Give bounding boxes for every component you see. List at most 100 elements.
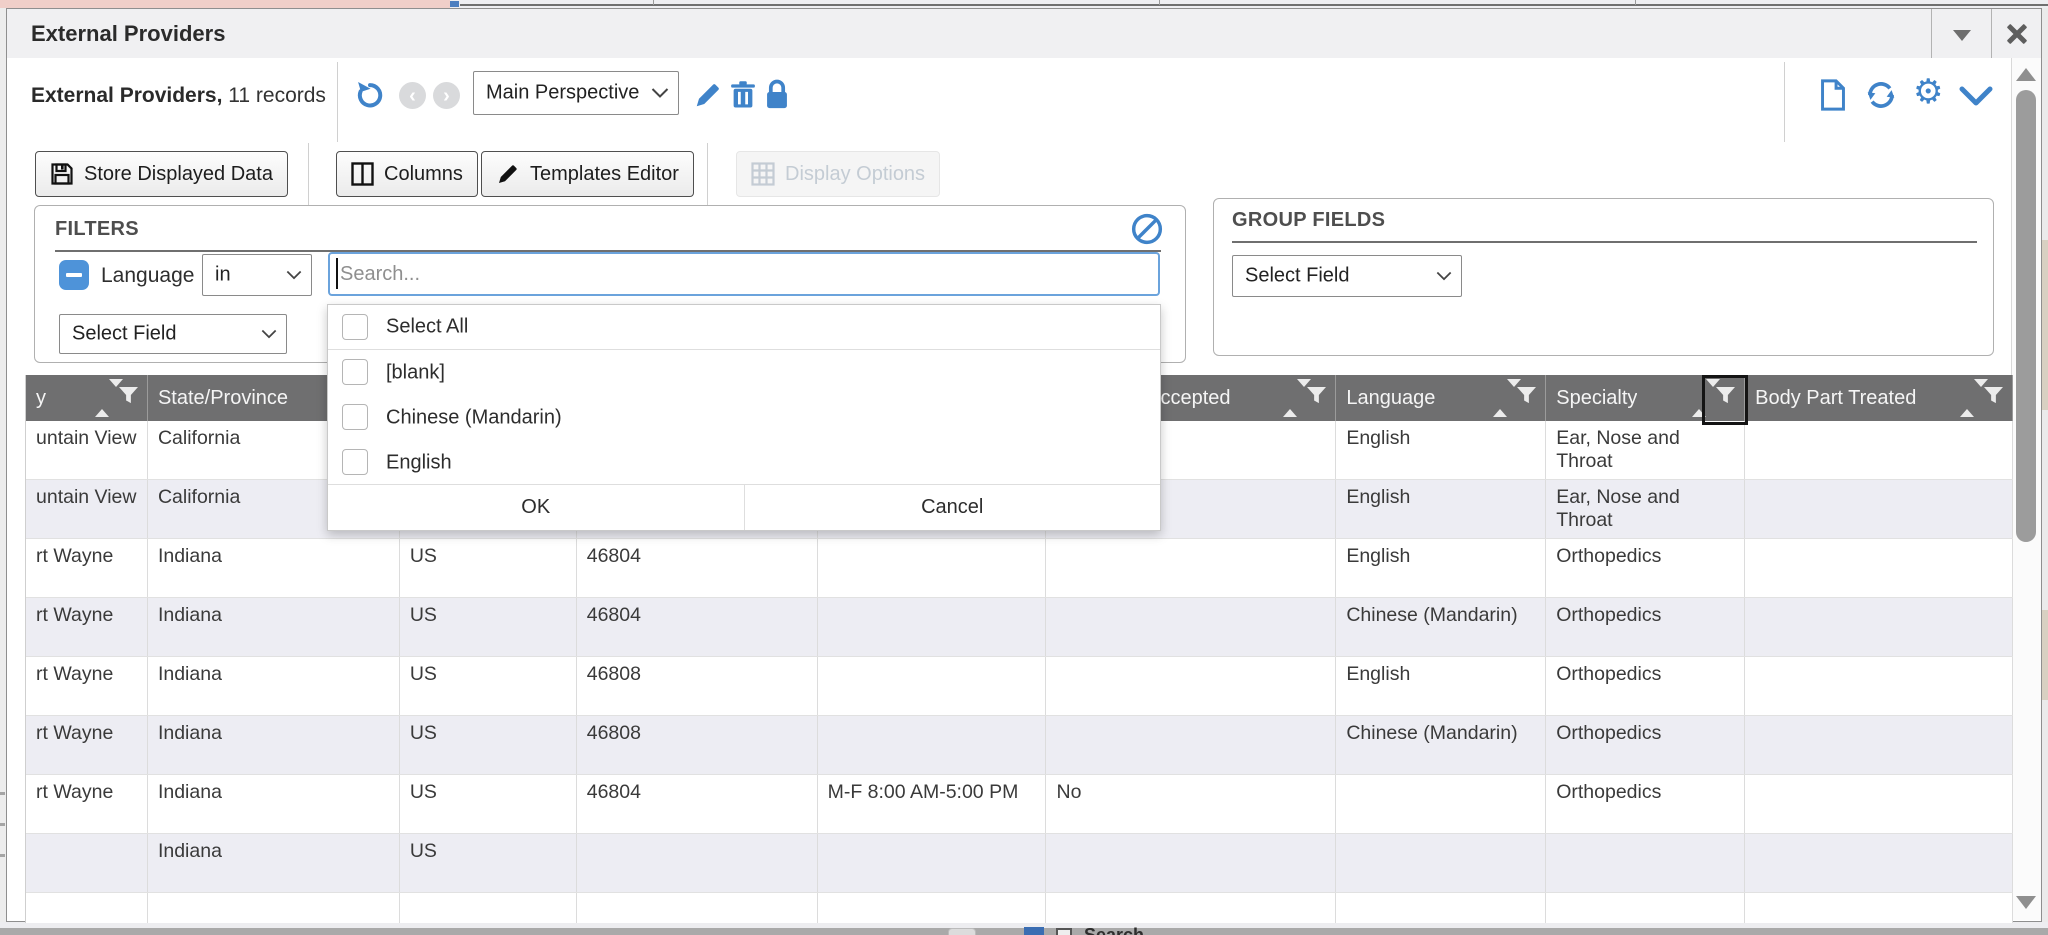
table-cell: 46808 xyxy=(577,657,818,715)
refresh-icon xyxy=(1865,80,1897,110)
table-cell xyxy=(818,716,1047,774)
underlying-page-bottom: Search xyxy=(0,922,2048,935)
undo-button[interactable] xyxy=(353,78,387,117)
table-cell xyxy=(148,893,400,923)
lock-icon xyxy=(763,79,791,110)
table-cell xyxy=(1745,421,2013,479)
table-cell xyxy=(1745,480,2013,538)
collapse-toolbar-button[interactable] xyxy=(1959,86,1993,113)
new-document-button[interactable] xyxy=(1819,79,1847,116)
filter-icon[interactable] xyxy=(118,386,139,411)
filter-icon[interactable] xyxy=(1306,386,1327,411)
table-cell: Ear, Nose and Throat xyxy=(1546,480,1745,538)
table-cell xyxy=(1336,893,1546,923)
checkbox[interactable] xyxy=(342,314,368,340)
filter-search-input[interactable] xyxy=(328,252,1160,296)
table-cell: 46808 xyxy=(577,716,818,774)
filter-icon xyxy=(118,386,139,405)
table-cell: English xyxy=(1336,421,1546,479)
chevron-down-icon xyxy=(1953,30,1971,41)
header-cell[interactable]: y xyxy=(26,375,148,421)
scroll-down-arrow[interactable] xyxy=(2016,896,2036,909)
filter-icon[interactable] xyxy=(1983,386,2004,411)
table-cell: US xyxy=(400,657,577,715)
scroll-up-arrow[interactable] xyxy=(2016,68,2036,81)
cancel-button[interactable]: Cancel xyxy=(745,485,1161,530)
underlying-table-border xyxy=(460,4,2048,6)
table-cell: US xyxy=(400,716,577,774)
table-cell: rt Wayne xyxy=(26,657,148,715)
table-cell: US xyxy=(400,775,577,833)
group-field-select[interactable]: Select Field xyxy=(1232,255,1462,297)
chevron-down-icon xyxy=(261,329,277,339)
external-providers-dialog: External Providers External Providers, 1… xyxy=(6,8,2042,922)
checkbox[interactable] xyxy=(342,404,368,430)
scrollbar-thumb[interactable] xyxy=(2016,90,2036,542)
dropdown-item[interactable]: Chinese (Mandarin) xyxy=(328,395,1160,440)
table-cell: untain View xyxy=(26,421,148,479)
sort-icon[interactable] xyxy=(95,387,109,410)
table-cell: Indiana xyxy=(148,716,400,774)
table-cell xyxy=(818,539,1047,597)
pencil-icon xyxy=(693,80,723,110)
table-cell: English xyxy=(1336,539,1546,597)
filter-operator-select[interactable]: in xyxy=(202,254,312,296)
checkbox[interactable] xyxy=(342,359,368,385)
table-cell: Chinese (Mandarin) xyxy=(1336,716,1546,774)
table-cell: Ear, Nose and Throat xyxy=(1546,421,1745,479)
store-displayed-data-button[interactable]: Store Displayed Data xyxy=(35,151,288,197)
lock-perspective-button[interactable] xyxy=(763,79,791,115)
table-cell xyxy=(818,834,1047,892)
table-cell: 46804 xyxy=(577,539,818,597)
dialog-collapse-button[interactable] xyxy=(1931,9,1992,58)
dropdown-item[interactable]: [blank] xyxy=(328,350,1160,395)
sort-icon[interactable] xyxy=(1283,387,1297,410)
table-cell: rt Wayne xyxy=(26,775,148,833)
gear-icon: ⚙ xyxy=(1913,73,1943,111)
underlying-blue-mark xyxy=(450,1,459,7)
sort-icon[interactable] xyxy=(1960,387,1974,410)
file-icon xyxy=(1819,79,1847,111)
add-filter-field-select[interactable]: Select Field xyxy=(59,314,287,354)
table-cell xyxy=(818,893,1047,923)
table-row: rt WayneIndianaUS46804EnglishOrthopedics xyxy=(26,539,2013,598)
header-cell[interactable]: Body Part Treated xyxy=(1745,375,2013,421)
clear-filters-button[interactable] xyxy=(1131,213,1163,250)
checkbox[interactable] xyxy=(342,449,368,475)
table-cell xyxy=(1336,775,1546,833)
vertical-scrollbar[interactable] xyxy=(2011,58,2041,920)
table-cell xyxy=(818,598,1047,656)
text-caret xyxy=(336,258,338,289)
columns-icon xyxy=(351,162,374,186)
table-cell: English xyxy=(1336,657,1546,715)
table-cell xyxy=(577,893,818,923)
underlying-search-icon xyxy=(1056,928,1072,935)
table-cell xyxy=(1046,716,1336,774)
edit-perspective-button[interactable] xyxy=(693,80,723,115)
settings-button[interactable]: ⚙ xyxy=(1913,75,1943,109)
table-row xyxy=(26,893,2013,923)
delete-perspective-button[interactable] xyxy=(729,80,757,115)
underlying-page-right xyxy=(2042,8,2048,922)
dialog-close-button[interactable] xyxy=(1991,9,2041,58)
table-cell xyxy=(1745,893,2013,923)
table-cell xyxy=(400,893,577,923)
filter-icon[interactable] xyxy=(1516,386,1537,411)
header-cell[interactable]: Language xyxy=(1336,375,1546,421)
dropdown-item[interactable]: English xyxy=(328,440,1160,485)
ban-icon xyxy=(1131,213,1163,245)
refresh-button[interactable] xyxy=(1865,80,1897,115)
specialty-filter-focus-box xyxy=(1702,375,1748,425)
dropdown-item-select-all[interactable]: Select All xyxy=(328,305,1160,350)
table-cell: Orthopedics xyxy=(1546,539,1745,597)
templates-editor-button[interactable]: Templates Editor xyxy=(481,151,694,197)
remove-filter-button[interactable] xyxy=(59,260,89,290)
table-cell: rt Wayne xyxy=(26,716,148,774)
chevron-down-icon xyxy=(1436,271,1452,281)
columns-button[interactable]: Columns xyxy=(336,151,478,197)
perspective-select[interactable]: Main Perspective xyxy=(473,71,679,115)
sort-icon[interactable] xyxy=(1493,387,1507,410)
ok-button[interactable]: OK xyxy=(328,485,745,530)
dialog-title: External Providers xyxy=(31,9,225,58)
table-cell: Indiana xyxy=(148,598,400,656)
